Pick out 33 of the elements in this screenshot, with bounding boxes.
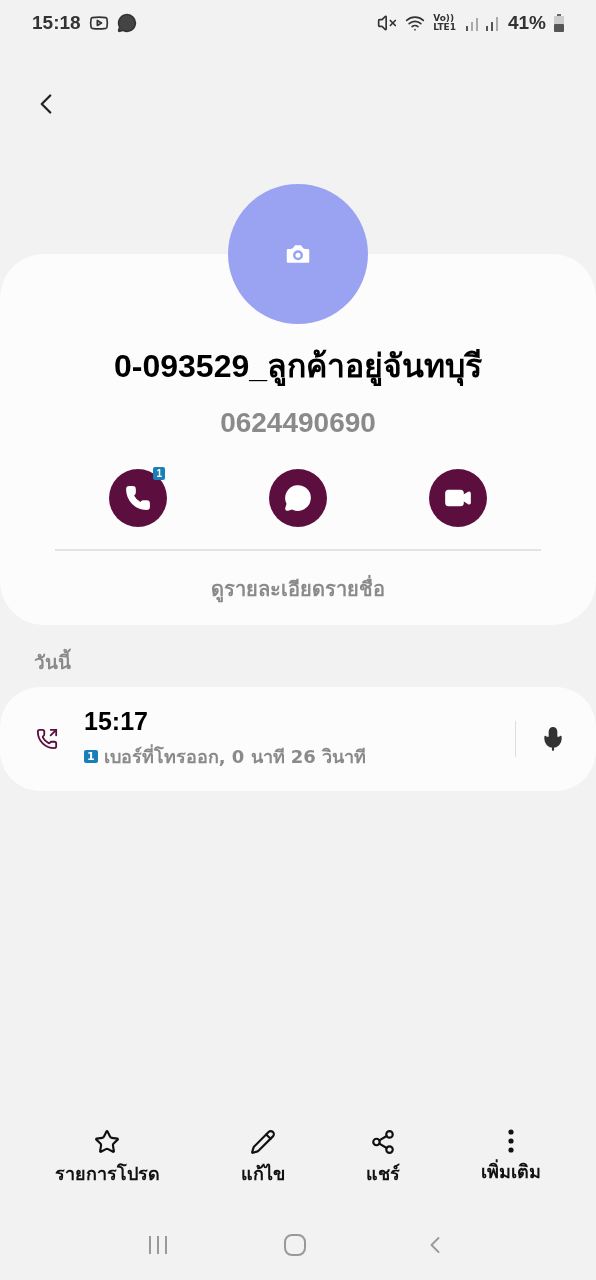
share-button[interactable]: แชร์ [366,1129,401,1188]
message-button[interactable] [269,469,327,527]
battery-percent: 41% [507,12,546,34]
call-time: 15:17 [84,707,149,736]
section-label: วันนี้ [34,647,596,677]
signal-icon [463,14,500,32]
more-icon [508,1129,515,1153]
video-call-button[interactable] [429,469,487,527]
phone-number: 0624490690 [220,407,376,439]
star-icon [94,1129,121,1155]
more-button[interactable]: เพิ่มเติม [481,1129,542,1188]
mute-icon [377,13,398,33]
video-app-icon [88,13,109,33]
home-button[interactable] [283,1233,307,1257]
recent-apps-button[interactable] [147,1234,169,1256]
edit-button[interactable]: แก้ไข [240,1129,285,1188]
network-label: Vo)) LTE1 [433,14,456,32]
favorite-button[interactable]: รายการโปรด [54,1129,160,1188]
sim-badge: 1 [84,750,98,763]
sim-badge: 1 [153,467,165,480]
phone-icon [125,485,151,511]
call-log-card[interactable]: 15:17 1 เบอร์ที่โทรออก, 0 นาที 26 วินาที [0,687,596,791]
contact-name: 0-093529_ลูกค้าอยู่จันทบุรี [114,347,482,388]
chat-icon [284,484,312,512]
outgoing-call-icon [36,728,58,750]
call-button[interactable]: 1 [109,469,167,527]
wifi-icon [405,13,426,33]
battery-icon [554,14,564,32]
share-icon [370,1129,397,1155]
call-description: เบอร์ที่โทรออก, 0 นาที 26 วินาที [103,743,367,769]
status-time: 15:18 [32,12,81,34]
pencil-icon [249,1129,276,1155]
chat-app-icon [116,13,137,33]
